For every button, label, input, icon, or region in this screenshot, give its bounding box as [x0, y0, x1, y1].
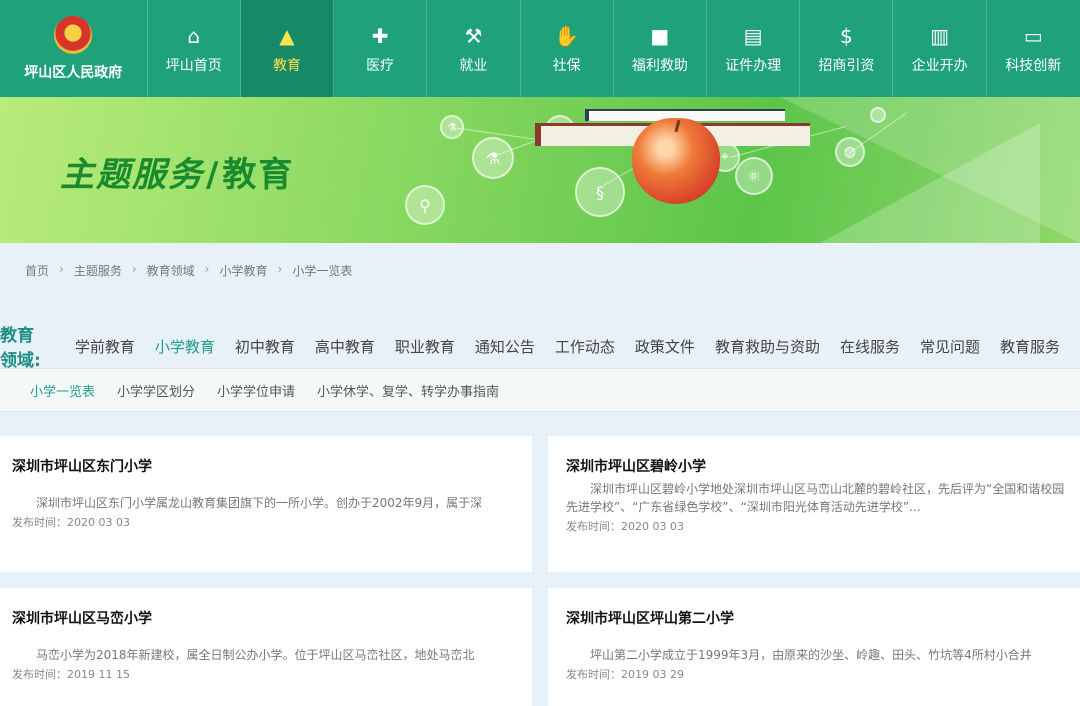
school-card[interactable]: 深圳市坪山区马峦小学 马峦小学为2018年新建校，属全日制公办小学。位于坪山区马…	[0, 588, 532, 706]
card-summary: 坪山第二小学成立于1999年3月，由原来的沙坐、岭趣、田头、竹坑等4所村小合并	[590, 648, 1032, 662]
brand[interactable]: 坪山区人民政府	[0, 0, 148, 97]
subnav-transfer-guide[interactable]: 小学休学、复学、转学办事指南	[317, 381, 499, 400]
nav-item-investment[interactable]: $ 招商引资	[800, 0, 894, 97]
domain-tab-senior-high[interactable]: 高中教育	[315, 336, 375, 357]
globe-icon: ◍	[835, 137, 865, 167]
laptop-icon: ▭	[1023, 23, 1043, 48]
domain-tab-policies[interactable]: 政策文件	[635, 336, 695, 357]
microscope-icon: ⚗	[440, 115, 464, 139]
job-icon: ⚒	[464, 23, 483, 48]
domain-tab-online[interactable]: 在线服务	[840, 336, 900, 357]
nav-label: 科技创新	[1005, 57, 1062, 74]
building-icon: ▥	[930, 23, 950, 48]
breadcrumb: 首页 › 主题服务 › 教育领域 › 小学教育 › 小学一览表	[25, 262, 352, 279]
nav-item-home[interactable]: ⌂ 坪山首页	[148, 0, 241, 97]
flask-icon: ⚗	[472, 137, 514, 179]
subnav-school-list[interactable]: 小学一览表	[30, 381, 95, 400]
subnav-enrollment-application[interactable]: 小学学位申请	[217, 381, 295, 400]
home-icon: ⌂	[187, 23, 201, 48]
nav-item-welfare[interactable]: ■ 福利救助	[614, 0, 707, 97]
nav-item-employment[interactable]: ⚒ 就业	[427, 0, 521, 97]
breadcrumb-theme-service[interactable]: 主题服务	[74, 262, 122, 279]
nav-label: 福利救助	[631, 57, 688, 74]
domain-tab-junior-high[interactable]: 初中教育	[235, 336, 295, 357]
top-navigation: 坪山区人民政府 ⌂ 坪山首页 ▲ 教育 ✚ 医疗 ⚒ 就业 ✋ 社保 ■ 福利救…	[0, 0, 1080, 97]
card-title[interactable]: 深圳市坪山区东门小学	[12, 456, 520, 476]
breadcrumb-primary-education[interactable]: 小学教育	[219, 262, 267, 279]
card-date: 发布时间：2019 11 15	[12, 668, 130, 681]
microscope-icon: ⚲	[405, 185, 445, 225]
nav-label: 教育	[272, 57, 301, 74]
sub-navigation: 小学一览表 小学学区划分 小学学位申请 小学休学、复学、转学办事指南	[0, 368, 1080, 412]
breadcrumb-current: 小学一览表	[292, 264, 353, 278]
card-title[interactable]: 深圳市坪山区碧岭小学	[566, 456, 1068, 476]
domain-tab-primary[interactable]: 小学教育	[155, 336, 215, 357]
card-date: 发布时间：2020 03 03	[566, 520, 684, 533]
nav-item-innovation[interactable]: ▭ 科技创新	[987, 0, 1080, 97]
school-card[interactable]: 深圳市坪山区碧岭小学 深圳市坪山区碧岭小学地处深圳市坪山区马峦山北麓的碧岭社区，…	[548, 436, 1080, 572]
domain-tab-news[interactable]: 工作动态	[555, 336, 615, 357]
card-summary: 马峦小学为2018年新建校，属全日制公办小学。位于坪山区马峦社区，地处马峦北	[36, 648, 475, 662]
school-card[interactable]: 深圳市坪山区东门小学 深圳市坪山区东门小学属龙山教育集团旗下的一所小学。创办于2…	[0, 436, 532, 572]
nav-label: 社保	[552, 57, 581, 74]
nav-label: 证件办理	[725, 57, 782, 74]
handshake-icon: ✋	[554, 23, 580, 48]
nav-label: 坪山首页	[165, 57, 222, 74]
subnav-district-division[interactable]: 小学学区划分	[117, 381, 195, 400]
nav-item-business[interactable]: ▥ 企业开办	[893, 0, 987, 97]
breadcrumb-home[interactable]: 首页	[25, 262, 49, 279]
school-card[interactable]: 深圳市坪山区坪山第二小学 坪山第二小学成立于1999年3月，由原来的沙坐、岭趣、…	[548, 588, 1080, 706]
banner-title-education: 教育	[222, 155, 295, 195]
card-summary: 深圳市坪山区东门小学属龙山教育集团旗下的一所小学。创办于2002年9月，属于深	[36, 496, 483, 510]
domain-tab-notices[interactable]: 通知公告	[475, 336, 535, 357]
gift-icon: ■	[650, 23, 670, 48]
nav-label: 招商引资	[818, 57, 875, 74]
nav-label: 就业	[459, 57, 488, 74]
domain-tab-aid[interactable]: 教育救助与资助	[715, 336, 820, 357]
graduation-cap-icon: ▲	[279, 23, 295, 48]
domain-tab-vocational[interactable]: 职业教育	[395, 336, 455, 357]
breadcrumb-separator: ›	[131, 262, 137, 276]
domain-tab-preschool[interactable]: 学前教育	[75, 336, 135, 357]
card-title[interactable]: 深圳市坪山区坪山第二小学	[566, 608, 1068, 628]
national-emblem-icon	[54, 15, 93, 54]
dna-icon: §	[575, 167, 625, 217]
nav-label: 医疗	[366, 57, 395, 74]
domain-title: 教育领域:	[0, 326, 41, 371]
card-date: 发布时间：2020 03 03	[12, 516, 130, 529]
card-title[interactable]: 深圳市坪山区马峦小学	[12, 608, 520, 628]
nav-item-medical[interactable]: ✚ 医疗	[334, 0, 428, 97]
breadcrumb-separator: ›	[59, 262, 64, 276]
breadcrumb-education-domain[interactable]: 教育领域	[147, 262, 195, 279]
nav-item-social-security[interactable]: ✋ 社保	[521, 0, 614, 97]
breadcrumb-separator: ›	[277, 262, 283, 276]
nav-item-certificates[interactable]: ▤ 证件办理	[707, 0, 801, 97]
banner-title: 主题服务/教育	[60, 155, 295, 195]
nav-item-education[interactable]: ▲ 教育	[240, 0, 335, 97]
id-card-icon: ▤	[743, 23, 763, 48]
money-bag-icon: $	[839, 23, 853, 48]
card-summary: 深圳市坪山区碧岭小学地处深圳市坪山区马峦山北麓的碧岭社区，先后评为“全国和谐校园…	[566, 482, 1065, 514]
breadcrumb-separator: ›	[204, 262, 210, 276]
decorative-dot	[870, 107, 886, 123]
domain-tab-faq[interactable]: 常见问题	[920, 336, 980, 357]
atom-icon: ⚛	[735, 157, 773, 195]
card-date: 发布时间：2019 03 29	[566, 668, 684, 681]
banner-title-theme: 主题服务	[60, 155, 204, 195]
domain-tab-services[interactable]: 教育服务	[1000, 336, 1060, 357]
brand-title: 坪山区人民政府	[24, 64, 123, 81]
education-domain-nav: 教育领域: 学前教育 小学教育 初中教育 高中教育 职业教育 通知公告 工作动态…	[0, 326, 1080, 371]
nav-label: 企业开办	[911, 57, 968, 74]
medical-kit-icon: ✚	[371, 23, 389, 48]
